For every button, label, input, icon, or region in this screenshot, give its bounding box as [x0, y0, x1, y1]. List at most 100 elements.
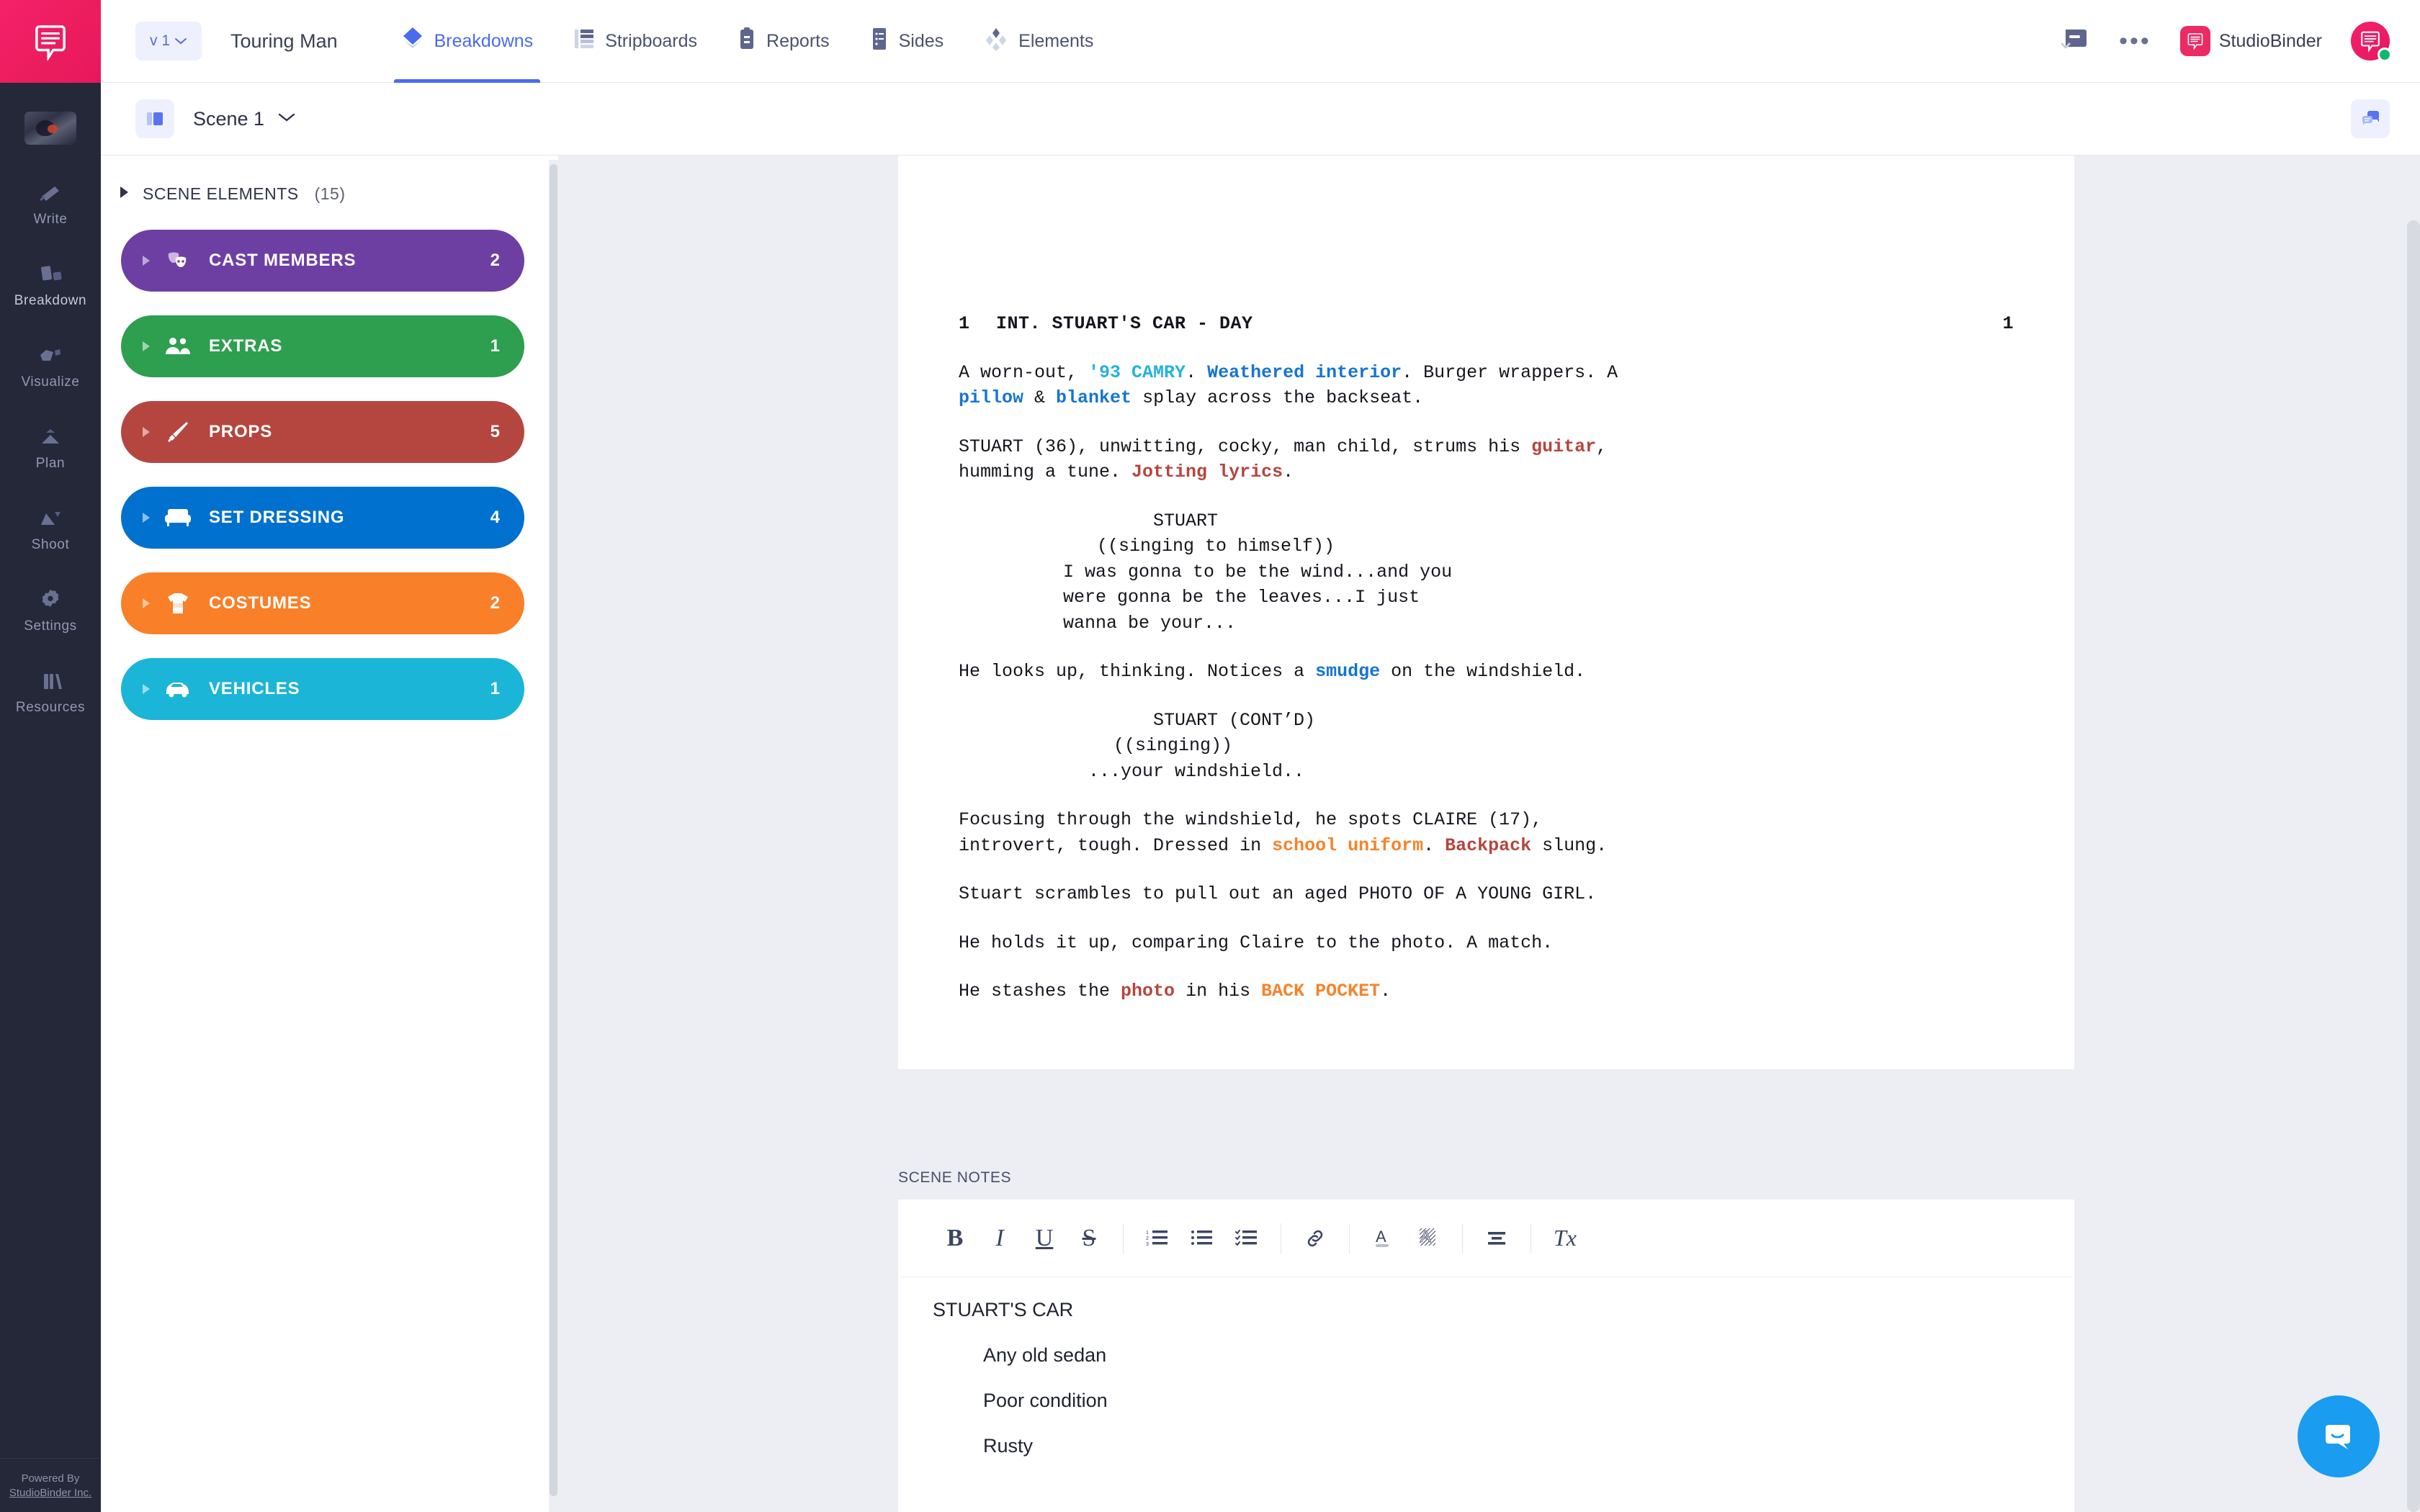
sidebar-item-resources[interactable]: Resources [0, 657, 101, 726]
scene-heading-row[interactable]: 1 INT. STUART'S CAR - DAY 1 [898, 311, 2074, 337]
tab-elements[interactable]: Elements [964, 0, 1113, 83]
tagged-element-text[interactable]: photo [1121, 981, 1175, 1002]
tab-breakdowns[interactable]: Breakdowns [381, 0, 554, 83]
category-count: 1 [490, 336, 500, 356]
main-scrollbar[interactable] [2404, 156, 2420, 1512]
version-selector[interactable]: v 1 [135, 22, 202, 60]
dialogue-text: I was gonna to be the wind...and you [1063, 561, 1453, 582]
action-block[interactable]: Stuart scrambles to pull out an aged PHO… [898, 881, 2074, 907]
category-extras[interactable]: EXTRAS 1 [121, 315, 524, 377]
script-text: on the windshield. [1380, 661, 1586, 682]
category-vehicles[interactable]: VEHICLES 1 [121, 658, 524, 720]
studiobinder-logo-icon[interactable] [0, 0, 101, 83]
action-block[interactable]: Focusing through the windshield, he spot… [898, 807, 2074, 858]
more-options-button[interactable]: ••• [2119, 28, 2151, 53]
intercom-chat-icon[interactable] [2298, 1395, 2380, 1477]
panel-scrollbar-thumb[interactable] [550, 164, 557, 1496]
project-thumbnail[interactable] [24, 112, 76, 145]
dialogue-parenthetical[interactable]: ((singing)) [898, 733, 2074, 759]
online-status-dot [2378, 48, 2392, 62]
tagged-element-text[interactable]: Weathered interior [1207, 362, 1402, 383]
avatar[interactable] [2351, 22, 2392, 62]
scene-notes-editor[interactable]: STUART'S CAR Any old sedan Poor conditio… [898, 1277, 2074, 1457]
toolbar-divider [1123, 1223, 1124, 1254]
triangle-right-icon[interactable] [135, 425, 157, 439]
main-scrollbar-thumb[interactable] [2407, 220, 2420, 1512]
category-props[interactable]: PROPS 5 [121, 401, 524, 463]
sidebar-item-breakdown[interactable]: Breakdown [0, 251, 101, 319]
category-costumes[interactable]: COSTUMES 2 [121, 572, 524, 634]
sidebar-item-shoot[interactable]: Shoot [0, 495, 101, 563]
ordered-list-icon[interactable]: 123 [1135, 1216, 1180, 1261]
dialogue-character[interactable]: STUART [898, 508, 2074, 534]
triangle-right-icon[interactable] [135, 339, 157, 354]
tagged-element-text[interactable]: '93 CAMRY [1088, 362, 1186, 383]
dialogue-parenthetical[interactable]: ((singing to himself)) [898, 534, 2074, 559]
script-text: . [1380, 981, 1392, 1002]
category-set-dressing[interactable]: SET DRESSING 4 [121, 487, 524, 549]
sidebar-label-visualize: Visualize [21, 374, 80, 390]
underline-icon[interactable]: U [1022, 1216, 1067, 1261]
visualize-icon [36, 343, 65, 368]
chevron-down-icon[interactable] [277, 112, 296, 127]
action-block[interactable]: He stashes the photo in his BACK POCKET. [898, 978, 2074, 1004]
italic-icon[interactable]: I [977, 1216, 1022, 1261]
svg-text:2: 2 [1146, 1236, 1149, 1241]
tagged-element-text[interactable]: Backpack [1445, 835, 1531, 856]
sidebar-item-settings[interactable]: Settings [0, 576, 101, 644]
triangle-right-icon[interactable] [117, 184, 131, 204]
company-name-line[interactable]: StudioBinder Inc. [0, 1486, 101, 1500]
tagged-element-text[interactable]: Jotting lyrics [1131, 462, 1283, 482]
dialogue-line[interactable]: I was gonna to be the wind...and you [898, 559, 2074, 585]
tagged-element-text[interactable]: blanket [1056, 387, 1131, 408]
dialogue-character[interactable]: STUART (CONT’D) [898, 708, 2074, 734]
svg-text:1: 1 [1146, 1230, 1149, 1236]
font-color-icon[interactable]: A [1361, 1216, 1406, 1261]
category-cast-members[interactable]: CAST MEMBERS 2 [121, 230, 524, 292]
tab-reports[interactable]: Reports [717, 0, 850, 83]
action-block[interactable]: He holds it up, comparing Claire to the … [898, 930, 2074, 956]
dialogue-text: were gonna be the leaves...I just [1063, 587, 1420, 608]
align-icon[interactable] [1474, 1216, 1519, 1261]
link-icon[interactable] [1293, 1216, 1337, 1261]
comments-icon[interactable] [2351, 99, 2390, 138]
action-block[interactable]: He looks up, thinking. Notices a smudge … [898, 659, 2074, 685]
sidebar-item-visualize[interactable]: Visualize [0, 332, 101, 400]
action-block[interactable]: A worn-out, '93 CAMRY. Weathered interio… [898, 360, 2074, 411]
bold-icon[interactable]: B [933, 1216, 977, 1261]
tagged-element-text[interactable]: smudge [1315, 661, 1380, 682]
sidebar-item-plan[interactable]: Plan [0, 413, 101, 482]
sidebar-item-write[interactable]: Write [0, 169, 101, 238]
script-text: . [1283, 462, 1294, 482]
tagged-element-text[interactable]: pillow [959, 387, 1023, 408]
triangle-right-icon[interactable] [135, 253, 157, 268]
triangle-right-icon[interactable] [135, 510, 157, 525]
triangle-right-icon[interactable] [135, 682, 157, 696]
category-label: COSTUMES [209, 593, 312, 613]
tagged-element-text[interactable]: guitar [1531, 436, 1596, 457]
inbox-check-icon[interactable] [2058, 25, 2090, 58]
tab-sides[interactable]: Sides [850, 0, 964, 83]
tab-stripboards[interactable]: Stripboards [553, 0, 717, 83]
gear-icon [38, 588, 63, 612]
account-menu[interactable]: StudioBinder [2179, 26, 2322, 56]
dialogue-line[interactable]: ...your windshield.. [898, 759, 2074, 785]
dialogue-line[interactable]: were gonna be the leaves...I just [898, 585, 2074, 611]
scene-elements-header[interactable]: SCENE ELEMENTS (15) [101, 156, 555, 204]
dialogue-line[interactable]: wanna be your... [898, 611, 2074, 636]
tagged-element-text[interactable]: BACK POCKET [1261, 981, 1380, 1002]
clear-format-icon[interactable]: Tx [1543, 1216, 1587, 1261]
category-label: PROPS [209, 422, 273, 441]
script-page: 1 INT. STUART'S CAR - DAY 1 A worn-out, … [898, 156, 2074, 1069]
tagged-element-text[interactable]: school uniform [1272, 835, 1423, 856]
tab-label-sides: Sides [898, 30, 944, 51]
action-block[interactable]: STUART (36), unwitting, cocky, man child… [898, 434, 2074, 485]
topbar-right-cluster: ••• StudioBinder [2058, 22, 2420, 62]
panel-scrollbar[interactable] [549, 160, 558, 1512]
svg-text:A: A [1420, 1228, 1431, 1246]
checklist-icon[interactable] [1224, 1216, 1269, 1261]
bullet-list-icon[interactable] [1180, 1216, 1224, 1261]
highlight-color-icon[interactable]: A [1406, 1216, 1451, 1261]
strikethrough-icon[interactable]: S [1067, 1216, 1111, 1261]
triangle-right-icon[interactable] [135, 596, 157, 611]
